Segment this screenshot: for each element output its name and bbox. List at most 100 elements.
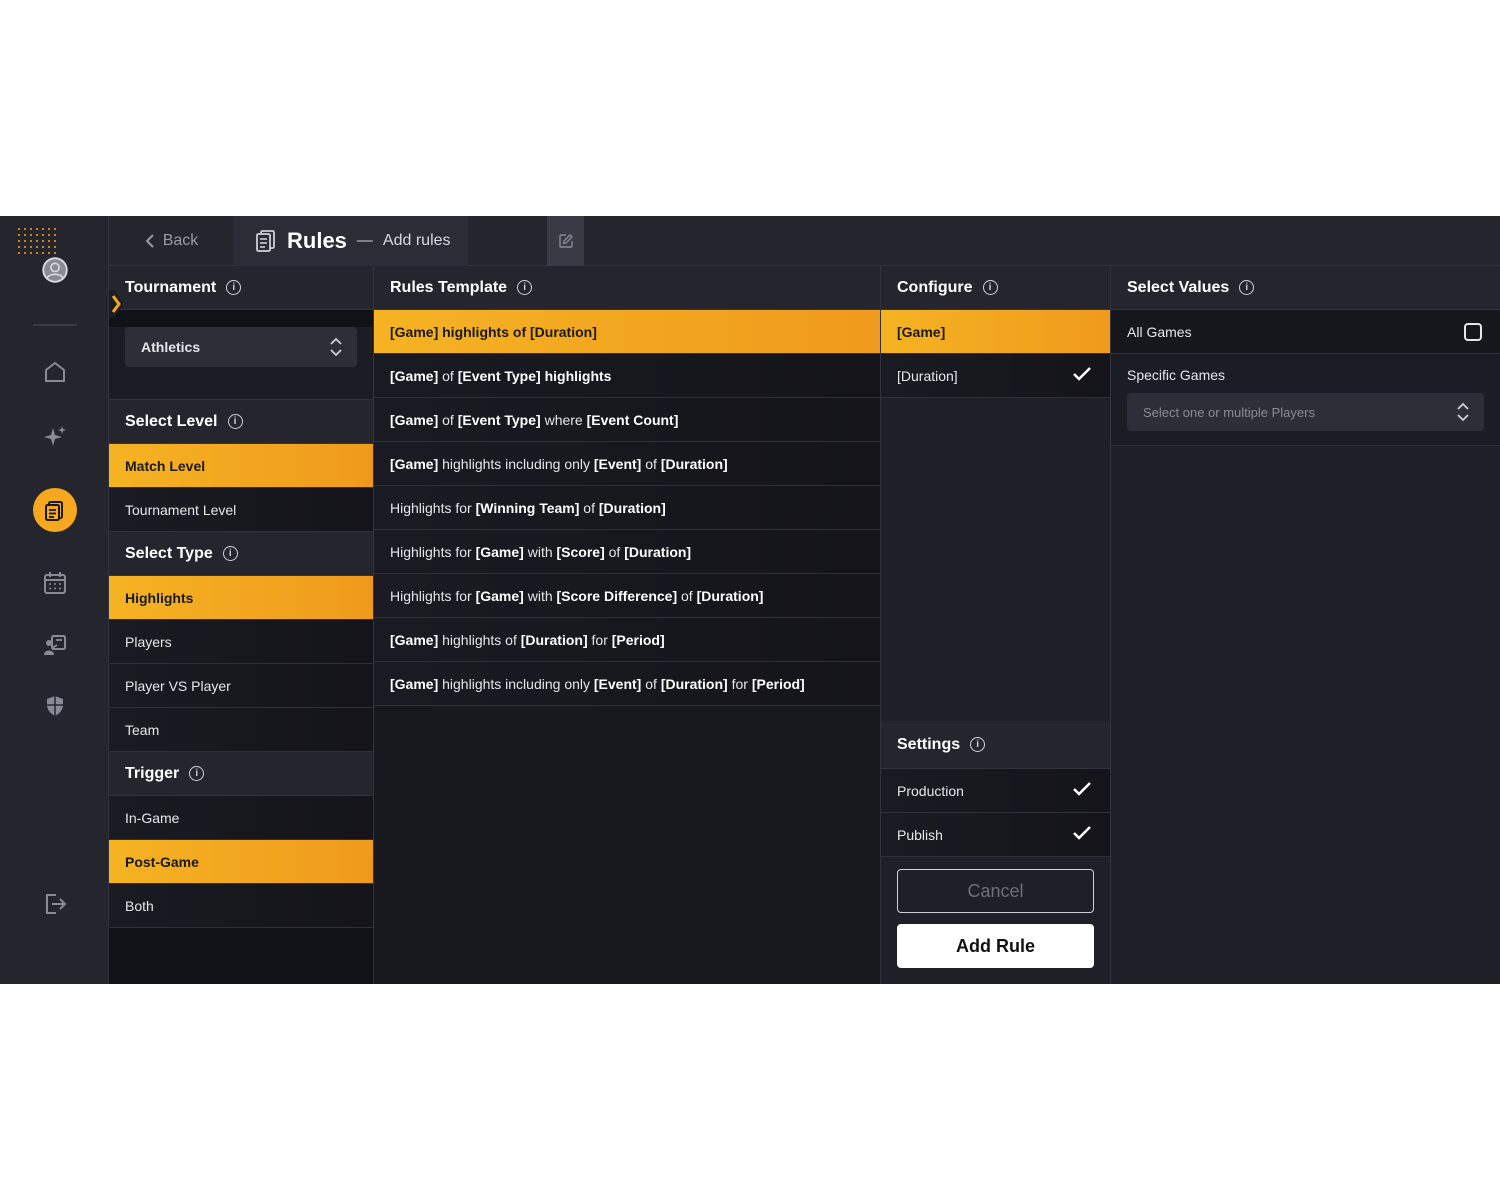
specific-games-select[interactable]: Select one or multiple Players (1127, 393, 1484, 431)
template-placeholder-token: highlights (540, 367, 612, 384)
rules-template-item[interactable]: [Game] of [Event Type] highlights (374, 354, 880, 398)
info-icon[interactable]: i (982, 280, 998, 295)
info-icon[interactable]: i (1239, 280, 1255, 295)
edit-pencil-icon (558, 234, 573, 248)
checkmark-icon (1072, 366, 1092, 385)
template-placeholder-token: [Event] (593, 675, 642, 692)
template-text: highlights including only (438, 455, 594, 472)
specific-games-label: Specific Games (1127, 367, 1226, 383)
rules-template-item-label: Highlights for [Game] with [Score Differ… (390, 588, 763, 604)
all-games-checkbox[interactable] (1464, 322, 1482, 341)
specific-games-placeholder: Select one or multiple Players (1143, 404, 1315, 420)
template-text: for (727, 675, 752, 692)
template-placeholder-token: [Game] (390, 455, 439, 472)
option-label: Highlights (125, 589, 194, 606)
rules-template-item[interactable]: Highlights for [Winning Team] of [Durati… (374, 486, 880, 530)
info-icon[interactable]: i (970, 737, 986, 752)
template-placeholder-token: [Event] (593, 455, 642, 472)
trigger-option-post-game[interactable]: Post-Game (109, 840, 373, 884)
shield-icon (47, 696, 63, 716)
rules-document-icon (45, 501, 63, 521)
type-option-players[interactable]: Players (109, 620, 373, 664)
rules-template-list: [Game] highlights of [Duration] [Game] of… (374, 310, 880, 706)
template-placeholder-token: [Score Difference] (556, 587, 678, 604)
collapse-panel-icon[interactable] (109, 290, 123, 318)
template-text: of (641, 675, 661, 692)
trigger-header: Trigger i (109, 752, 373, 796)
configure-item-game[interactable]: [Game] (881, 310, 1110, 354)
template-text: Highlights for (390, 587, 476, 604)
rules-template-column: Rules Template i [Game] highlights of [D… (374, 266, 881, 984)
rules-template-item[interactable]: Highlights for [Game] with [Score Differ… (374, 574, 880, 618)
avatar[interactable] (33, 248, 77, 292)
specific-games-section: Specific Games Select one or multiple Pl… (1111, 354, 1500, 446)
rules-template-item[interactable]: Highlights for [Game] with [Score] of [D… (374, 530, 880, 574)
rules-template-item[interactable]: [Game] highlights of [Duration] for [Per… (374, 618, 880, 662)
configure-item-duration[interactable]: [Duration] (881, 354, 1110, 398)
select-values-header-label: Select Values (1127, 278, 1230, 296)
info-icon[interactable]: i (226, 280, 242, 295)
nav-calendar[interactable] (33, 561, 77, 605)
settings-header-label: Settings (897, 735, 961, 753)
type-option-team[interactable]: Team (109, 708, 373, 752)
tournament-selected-value: Athletics (141, 339, 201, 355)
info-icon[interactable]: i (227, 414, 243, 429)
nav-rules[interactable] (33, 488, 77, 532)
template-placeholder-token: [Game] (475, 543, 524, 560)
nav-security[interactable] (33, 684, 77, 728)
level-option-match[interactable]: Match Level (109, 444, 373, 488)
trigger-option-in-game[interactable]: In-Game (109, 796, 373, 840)
settings-item-label: Publish (897, 826, 943, 843)
tournament-select[interactable]: Athletics (125, 327, 357, 367)
template-placeholder-token: [Game] (475, 587, 524, 604)
nav-home[interactable] (33, 350, 77, 394)
template-text: with (523, 543, 557, 560)
nav-presentation[interactable] (33, 623, 77, 667)
select-level-header-label: Select Level (125, 412, 218, 430)
template-placeholder-token: [Game] (390, 411, 439, 428)
nav-ai[interactable] (33, 415, 77, 459)
calendar-icon (44, 572, 66, 594)
option-label: Team (125, 721, 160, 738)
rules-template-item-label: Highlights for [Winning Team] of [Durati… (390, 500, 666, 516)
configure-header: Configure i (881, 266, 1110, 310)
all-games-option[interactable]: All Games (1111, 310, 1500, 354)
type-option-player-vs-player[interactable]: Player VS Player (109, 664, 373, 708)
rules-app: Back Rules — Add rules Tournament i Athl… (0, 216, 1500, 984)
template-text: Highlights for (390, 543, 476, 560)
info-icon[interactable]: i (189, 766, 205, 781)
settings-item-label: Production (897, 782, 964, 799)
rules-template-item[interactable]: [Game] of [Event Type] where [Event Coun… (374, 398, 880, 442)
configure-item-label: [Duration] (897, 367, 958, 384)
back-label: Back (162, 232, 199, 249)
rules-document-icon (256, 230, 275, 252)
configure-item-label: [Game] (897, 323, 946, 340)
rules-template-item[interactable]: [Game] highlights including only [Event]… (374, 662, 880, 706)
template-text: Highlights for (390, 499, 476, 516)
cancel-button[interactable]: Cancel (897, 869, 1094, 913)
rail-divider (33, 324, 77, 326)
template-text: for (587, 631, 612, 648)
settings-publish[interactable]: Publish (881, 813, 1110, 857)
edit-button[interactable] (547, 216, 584, 266)
template-placeholder-token: [Period] (611, 631, 665, 648)
rules-template-item-label: [Game] highlights including only [Event]… (390, 456, 728, 472)
rules-template-item[interactable]: [Game] highlights including only [Event]… (374, 442, 880, 486)
type-option-highlights[interactable]: Highlights (109, 576, 373, 620)
info-icon[interactable]: i (222, 546, 238, 561)
tournament-header: Tournament i (109, 266, 373, 310)
option-label: Players (125, 633, 172, 650)
template-placeholder-token: [Duration] (520, 631, 588, 648)
option-label: Match Level (125, 457, 206, 474)
trigger-option-both[interactable]: Both (109, 884, 373, 928)
rules-template-item[interactable]: [Game] highlights of [Duration] (374, 310, 880, 354)
back-button[interactable]: Back (109, 216, 235, 266)
template-text: where (540, 411, 587, 428)
tournament-header-label: Tournament (125, 278, 217, 296)
template-placeholder-token: [Game] (390, 367, 439, 384)
info-icon[interactable]: i (517, 280, 533, 295)
settings-production[interactable]: Production (881, 769, 1110, 813)
add-rule-button[interactable]: Add Rule (897, 924, 1094, 968)
level-option-tournament[interactable]: Tournament Level (109, 488, 373, 532)
nav-logout[interactable] (33, 882, 77, 926)
